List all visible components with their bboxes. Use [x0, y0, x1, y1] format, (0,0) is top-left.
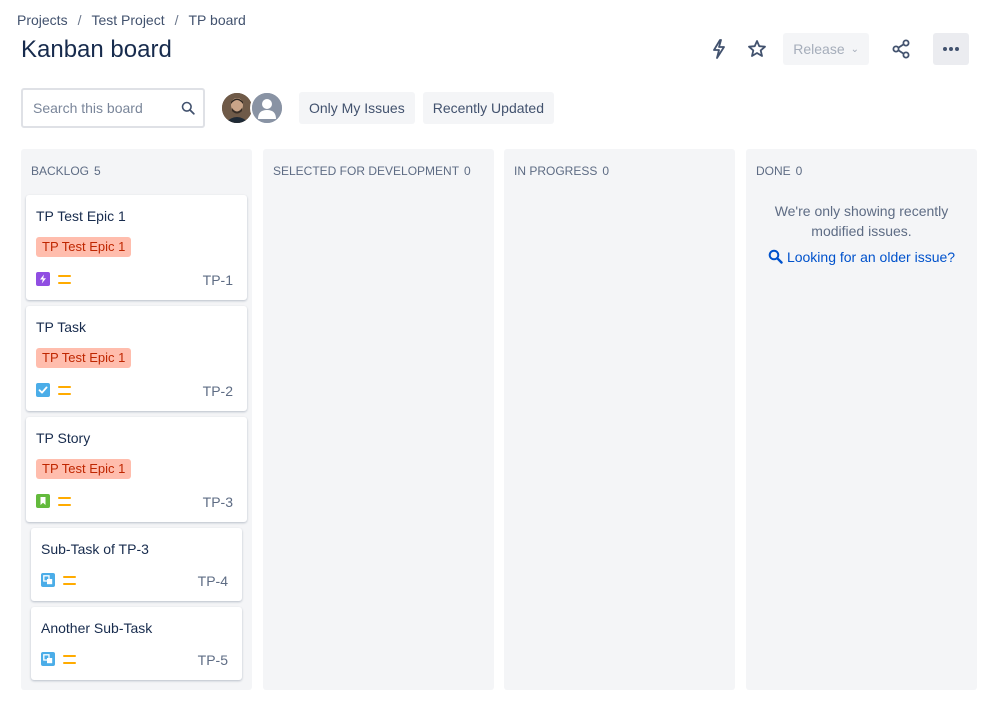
column-title: IN PROGRESS: [514, 164, 598, 178]
subtask-card[interactable]: Another Sub-Task TP-5: [31, 607, 242, 680]
older-issue-link-text: Looking for an older issue?: [786, 249, 956, 265]
user-photo-icon: [222, 93, 252, 123]
breadcrumb-separator: /: [174, 12, 179, 28]
issue-card[interactable]: TP Story TP Test Epic 1 TP-3: [26, 417, 247, 522]
task-type-icon: [36, 383, 50, 397]
column-title: DONE: [756, 164, 791, 178]
card-summary: TP Test Epic 1: [36, 208, 126, 224]
search-input[interactable]: [31, 99, 181, 117]
unassigned-avatar[interactable]: [250, 91, 284, 125]
issue-card[interactable]: TP Task TP Test Epic 1 TP-2: [26, 306, 247, 411]
column-header: SELECTED FOR DEVELOPMENT 0: [273, 164, 471, 178]
release-label: Release: [793, 41, 845, 57]
search-icon: [181, 101, 195, 115]
share-button[interactable]: [885, 33, 917, 65]
issue-key: TP-1: [202, 272, 233, 288]
column-title: BACKLOG: [31, 164, 90, 178]
subtask-card[interactable]: Sub-Task of TP-3 TP-4: [31, 528, 242, 601]
more-button[interactable]: [933, 33, 969, 65]
priority-medium-icon: [63, 654, 76, 664]
story-type-icon: [36, 494, 50, 508]
page-title: Kanban board: [21, 36, 172, 63]
lightning-icon: [713, 39, 726, 59]
subtask-type-icon: [41, 573, 55, 587]
priority-medium-icon: [63, 575, 76, 585]
chevron-down-icon: ⌄: [850, 43, 859, 55]
issue-key: TP-2: [202, 383, 233, 399]
epic-label: TP Test Epic 1: [36, 237, 132, 257]
card-icons: [36, 494, 71, 508]
card-summary: Another Sub-Task: [41, 620, 153, 636]
column-backlog: BACKLOG 5 TP Test Epic 1 TP Test Epic 1 T…: [21, 149, 252, 690]
column-header: BACKLOG 5: [31, 164, 101, 178]
card-icons: [36, 383, 71, 397]
star-icon: [748, 40, 767, 57]
epic-label: TP Test Epic 1: [36, 348, 132, 368]
card-summary: TP Task: [36, 319, 87, 335]
share-icon: [892, 39, 910, 59]
column-done: DONE 0 We're only showing recently modifi…: [746, 149, 977, 690]
person-icon: [252, 93, 282, 123]
recent-issues-message: We're only showing recently modified iss…: [774, 203, 949, 239]
column-header: IN PROGRESS 0: [514, 164, 609, 178]
breadcrumb-tp-board[interactable]: TP board: [189, 12, 246, 28]
card-icons: [36, 272, 71, 286]
issue-card[interactable]: TP Test Epic 1 TP Test Epic 1 TP-1: [26, 195, 247, 300]
older-issue-link[interactable]: Looking for an older issue?: [746, 249, 977, 265]
release-button[interactable]: Release ⌄: [783, 33, 869, 65]
star-button[interactable]: [741, 33, 773, 65]
column-count: 0: [795, 164, 803, 178]
card-summary: TP Story: [36, 430, 91, 446]
automation-button[interactable]: [703, 33, 735, 65]
search-icon: [768, 249, 783, 264]
breadcrumb-separator: /: [77, 12, 82, 28]
search-box: [21, 88, 205, 128]
card-icons: [41, 573, 76, 587]
epic-label: TP Test Epic 1: [36, 459, 132, 479]
recently-updated-filter[interactable]: Recently Updated: [422, 92, 554, 124]
column-selected-for-development: SELECTED FOR DEVELOPMENT 0: [263, 149, 494, 690]
subtask-type-icon: [41, 652, 55, 666]
column-header: DONE 0: [756, 164, 802, 178]
breadcrumb: Projects / Test Project / TP board: [17, 12, 246, 28]
more-icon: [943, 47, 959, 51]
priority-medium-icon: [58, 385, 71, 395]
header-actions: Release ⌄: [697, 33, 969, 65]
priority-medium-icon: [58, 496, 71, 506]
issue-key: TP-4: [197, 573, 228, 589]
breadcrumb-test-project[interactable]: Test Project: [91, 12, 164, 28]
only-my-issues-filter[interactable]: Only My Issues: [299, 92, 415, 124]
issue-key: TP-3: [202, 494, 233, 510]
card-icons: [41, 652, 76, 666]
breadcrumb-projects[interactable]: Projects: [17, 12, 68, 28]
priority-medium-icon: [58, 274, 71, 284]
epic-type-icon: [36, 272, 50, 286]
column-title: SELECTED FOR DEVELOPMENT: [273, 164, 460, 178]
user-avatar[interactable]: [220, 91, 254, 125]
column-count: 0: [602, 164, 610, 178]
issue-key: TP-5: [197, 652, 228, 668]
column-count: 0: [464, 164, 471, 178]
column-count: 5: [94, 164, 101, 178]
avatar-filter-group: [220, 91, 284, 125]
column-in-progress: IN PROGRESS 0: [504, 149, 735, 690]
board-controls: Only My Issues Recently Updated: [21, 88, 554, 128]
card-summary: Sub-Task of TP-3: [41, 541, 149, 557]
